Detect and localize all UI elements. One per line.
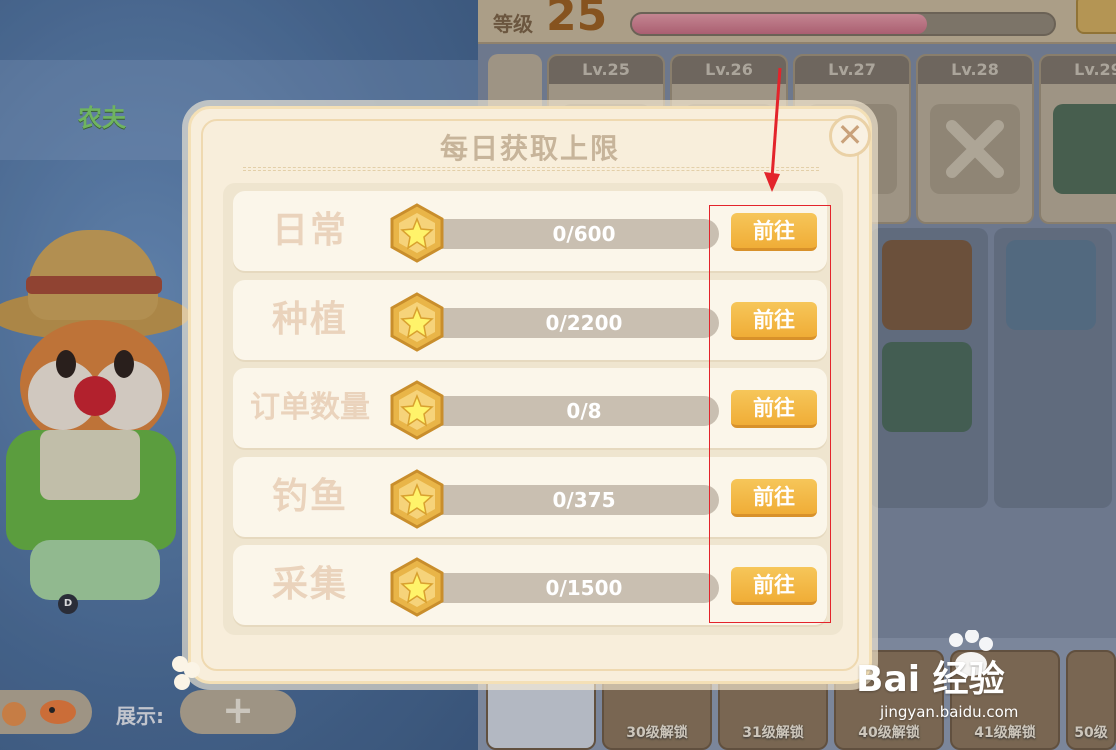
progress-bar: 0/1500 — [409, 573, 719, 603]
row-label: 钓鱼 — [271, 476, 348, 517]
row-label: 采集 — [271, 564, 348, 605]
title-divider — [243, 167, 819, 171]
row-label: 种植 — [271, 299, 348, 340]
progress-bar: 0/600 — [409, 219, 719, 249]
watermark-url: jingyan.baidu.com — [880, 703, 1019, 721]
row-label: 订单数量 — [250, 390, 370, 425]
annotation-highlight-box — [709, 205, 831, 623]
progress-bar: 0/375 — [409, 485, 719, 515]
flower-decoration-icon — [172, 656, 200, 690]
progress-value: 0/375 — [552, 488, 616, 512]
progress-bar: 0/2200 — [409, 308, 719, 338]
watermark-brand: Bai 经验 — [856, 659, 1005, 700]
star-icon — [390, 203, 444, 263]
star-icon — [390, 469, 444, 529]
progress-bar: 0/8 — [409, 396, 719, 426]
star-icon — [390, 557, 444, 617]
progress-value: 0/8 — [566, 399, 602, 423]
close-button[interactable]: ✕ — [829, 115, 871, 157]
progress-value: 0/600 — [552, 222, 616, 246]
star-icon — [390, 380, 444, 440]
progress-value: 0/2200 — [545, 311, 623, 335]
star-icon — [390, 292, 444, 352]
progress-value: 0/1500 — [545, 576, 623, 600]
row-label: 日常 — [271, 210, 348, 251]
annotation-arrow-icon — [764, 67, 782, 192]
